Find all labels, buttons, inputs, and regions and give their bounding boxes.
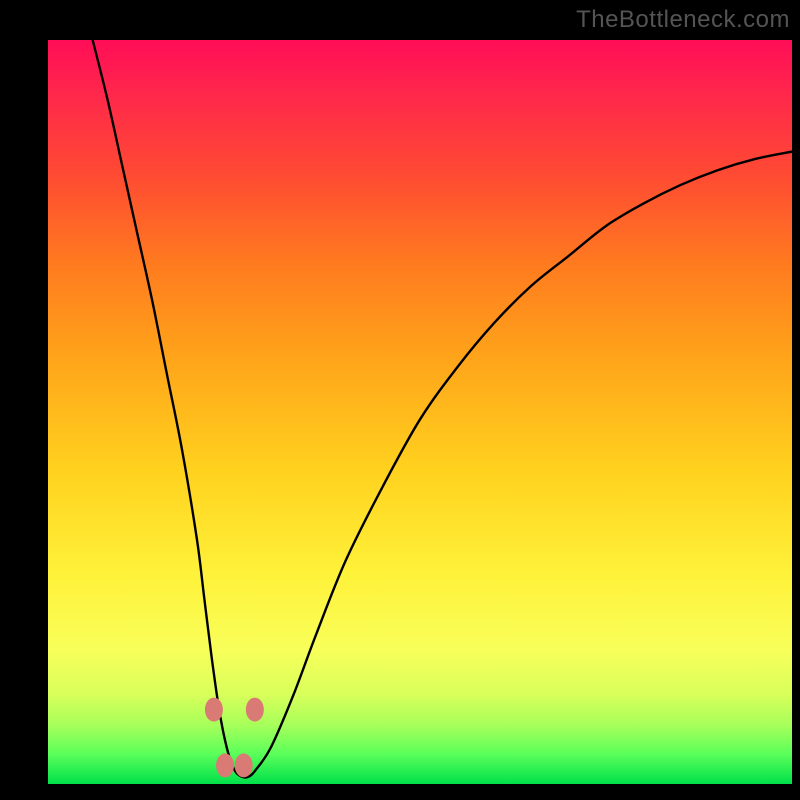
curve-marker bbox=[246, 698, 264, 722]
chart-frame: TheBottleneck.com bbox=[0, 0, 800, 800]
curve-marker bbox=[205, 698, 223, 722]
curve-marker bbox=[235, 753, 253, 777]
plot-area bbox=[48, 40, 792, 784]
curve-layer bbox=[48, 40, 792, 784]
marker-layer bbox=[205, 698, 264, 778]
curve-marker bbox=[216, 753, 234, 777]
watermark-text: TheBottleneck.com bbox=[576, 6, 790, 34]
bottleneck-curve bbox=[93, 40, 792, 777]
